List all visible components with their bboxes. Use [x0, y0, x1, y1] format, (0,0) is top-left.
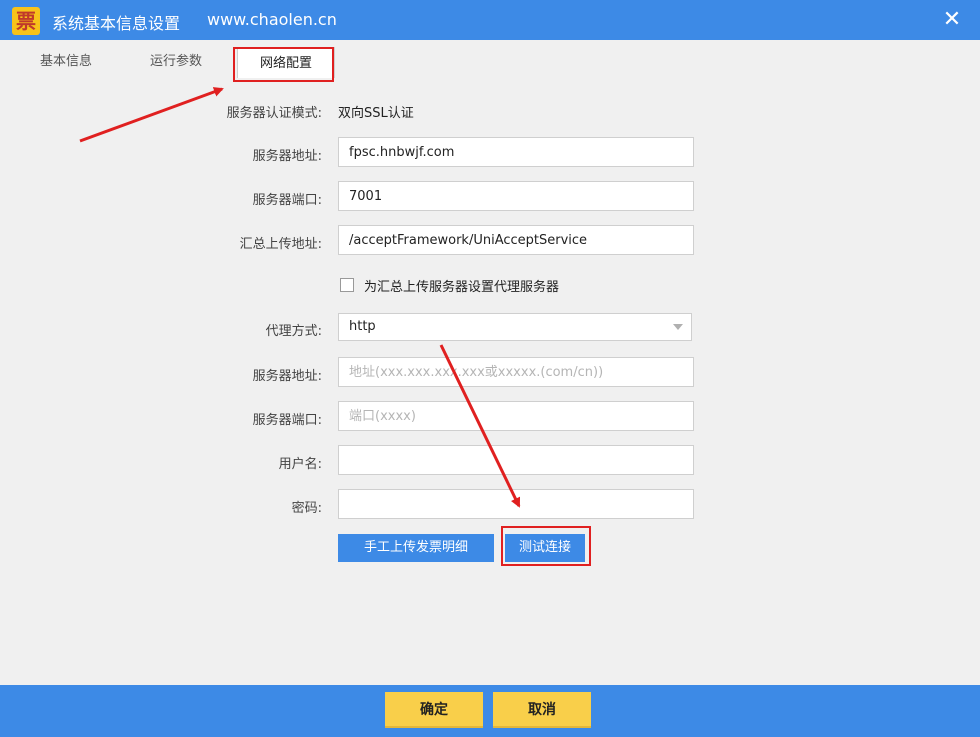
- window-url: www.chaolen.cn: [207, 10, 337, 29]
- tab-network-config[interactable]: 网络配置: [237, 47, 336, 79]
- proxy-mode-label: 代理方式:: [265, 324, 322, 339]
- upload-path-label: 汇总上传地址:: [239, 237, 322, 252]
- username-input[interactable]: [338, 445, 694, 475]
- username-label: 用户名:: [278, 457, 322, 472]
- title-bar: 票 系统基本信息设置 www.chaolen.cn ✕: [0, 0, 980, 40]
- proxy-port-label: 服务器端口:: [252, 413, 322, 428]
- app-logo: 票: [12, 7, 40, 35]
- tab-runtime-params[interactable]: 运行参数: [150, 50, 202, 69]
- password-input[interactable]: [338, 489, 694, 519]
- proxy-port-input[interactable]: [338, 401, 694, 431]
- proxy-mode-select[interactable]: http: [338, 313, 692, 341]
- server-port-label: 服务器端口:: [252, 193, 322, 208]
- network-config-panel: 服务器认证模式: 双向SSL认证 服务器地址: 服务器端口: 汇总上传地址: 为…: [0, 78, 980, 685]
- server-port-input[interactable]: [338, 181, 694, 211]
- chevron-down-icon: [673, 324, 683, 330]
- footer-bar: 确定 取消: [0, 685, 980, 737]
- auth-mode-value: 双向SSL认证: [338, 106, 414, 121]
- proxy-checkbox-label: 为汇总上传服务器设置代理服务器: [364, 280, 560, 295]
- test-connection-button[interactable]: 测试连接: [505, 534, 585, 562]
- proxy-address-input[interactable]: [338, 357, 694, 387]
- cancel-button[interactable]: 取消: [493, 692, 591, 728]
- confirm-button[interactable]: 确定: [385, 692, 483, 728]
- proxy-mode-value: http: [349, 319, 376, 334]
- proxy-checkbox[interactable]: [340, 278, 354, 292]
- password-label: 密码:: [291, 501, 322, 516]
- tab-basic-info[interactable]: 基本信息: [40, 50, 92, 69]
- window-title: 系统基本信息设置: [52, 14, 181, 33]
- close-icon[interactable]: ✕: [938, 6, 966, 34]
- upload-path-input[interactable]: [338, 225, 694, 255]
- auth-mode-label: 服务器认证模式:: [226, 106, 322, 121]
- server-address-label: 服务器地址:: [252, 149, 322, 164]
- tab-bar: 基本信息 运行参数 网络配置: [0, 40, 980, 79]
- manual-upload-button[interactable]: 手工上传发票明细: [338, 534, 494, 562]
- proxy-address-label: 服务器地址:: [252, 369, 322, 384]
- server-address-input[interactable]: [338, 137, 694, 167]
